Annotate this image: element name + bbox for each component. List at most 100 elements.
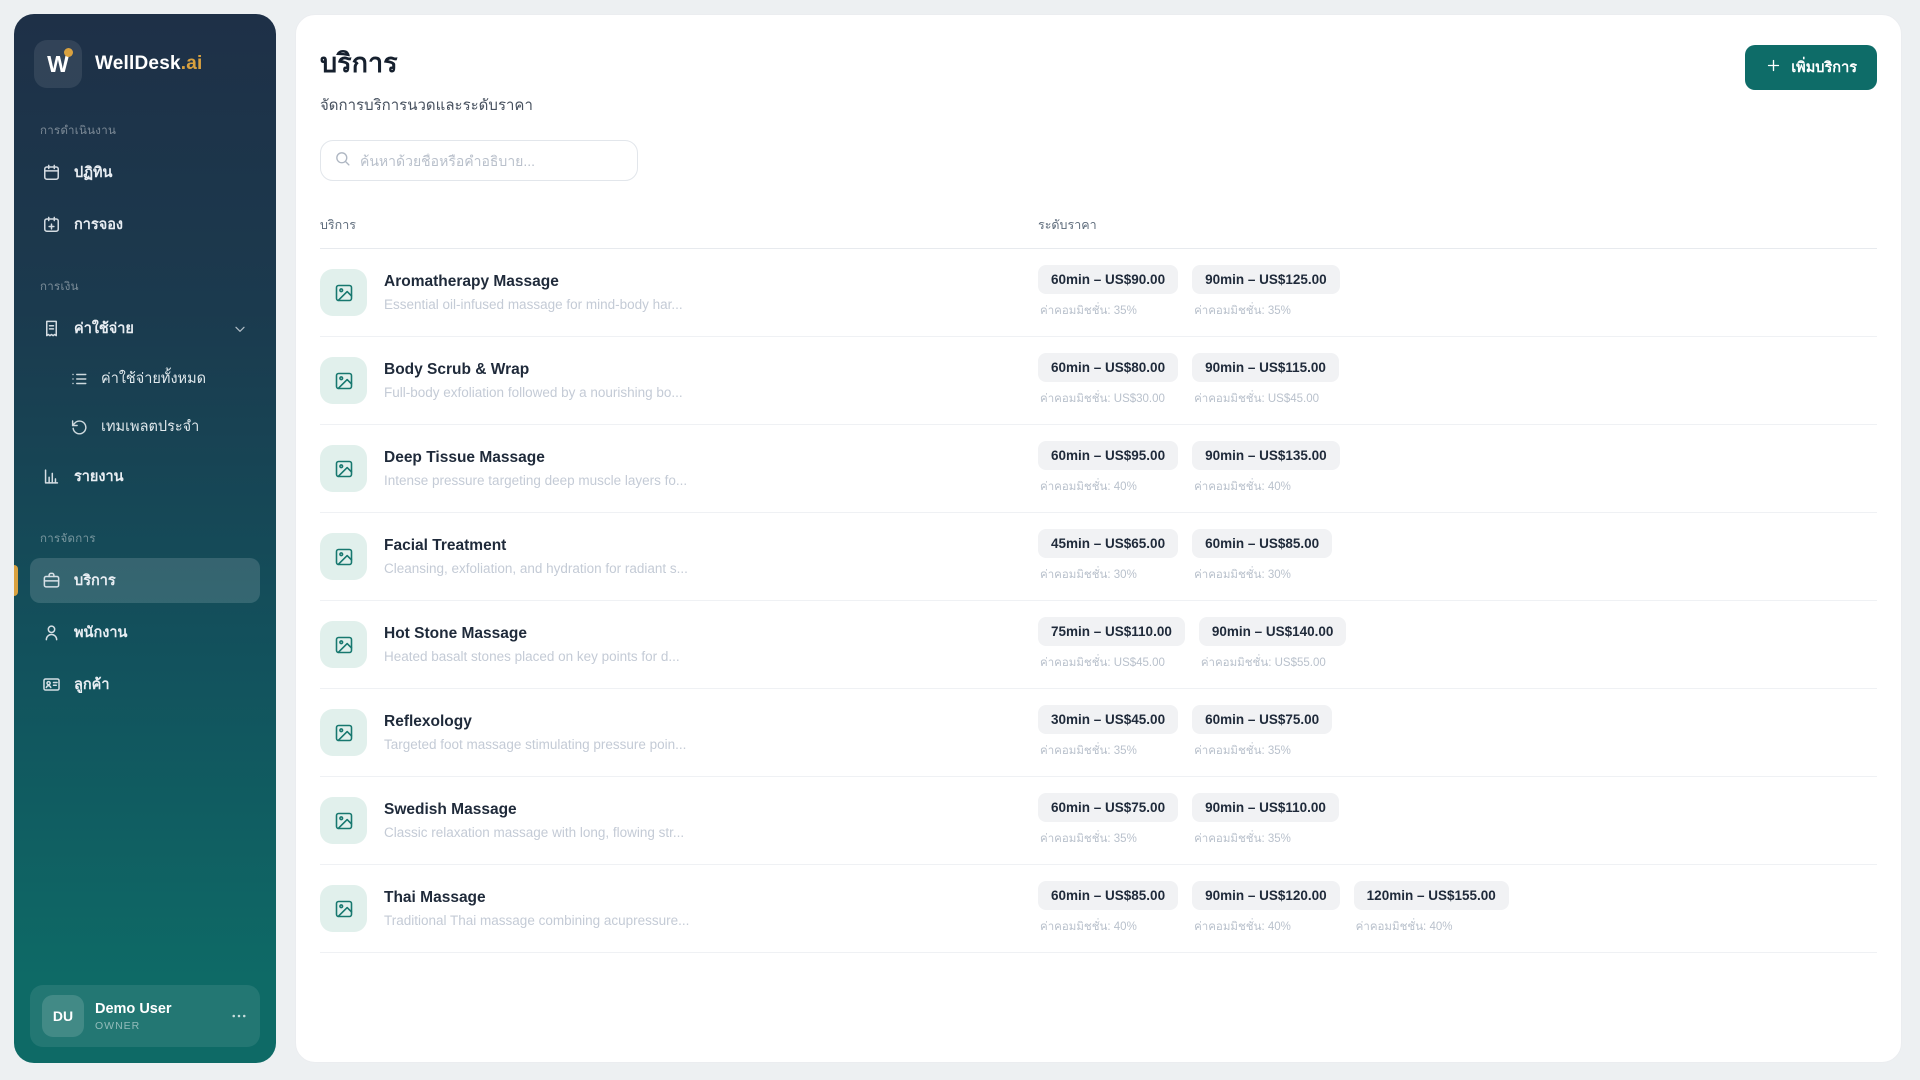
tier-badge: 120min – US$155.00 [1354, 881, 1509, 910]
sidebar-item-calendar[interactable]: ปฏิทิน [30, 150, 260, 195]
search-icon [334, 150, 351, 172]
service-cell: Facial TreatmentCleansing, exfoliation, … [320, 533, 1038, 580]
sidebar-item-bookings[interactable]: การจอง [30, 202, 260, 247]
service-thumbnail [320, 357, 367, 404]
tier-commission: ค่าคอมมิชชั่น: 40% [1038, 478, 1178, 496]
tier: 45min – US$65.00ค่าคอมมิชชั่น: 30% [1038, 529, 1178, 584]
tier-list: 60min – US$85.00ค่าคอมมิชชั่น: 40%90min … [1038, 881, 1877, 936]
tier-badge: 60min – US$90.00 [1038, 265, 1178, 294]
tier: 90min – US$135.00ค่าคอมมิชชั่น: 40% [1192, 441, 1340, 496]
service-thumbnail [320, 709, 367, 756]
ellipsis-icon[interactable] [230, 1007, 248, 1025]
logo-dot [64, 48, 73, 57]
tier-list: 45min – US$65.00ค่าคอมมิชชั่น: 30%60min … [1038, 529, 1877, 584]
tier-badge: 60min – US$85.00 [1192, 529, 1332, 558]
sidebar-item-customers[interactable]: ลูกค้า [30, 662, 260, 707]
image-icon [334, 811, 354, 831]
service-thumbnail [320, 885, 367, 932]
service-description: Intense pressure targeting deep muscle l… [384, 473, 687, 488]
tier-badge: 60min – US$80.00 [1038, 353, 1178, 382]
service-row[interactable]: Deep Tissue MassageIntense pressure targ… [320, 425, 1877, 513]
calendar-icon [42, 163, 61, 182]
avatar: DU [42, 995, 84, 1037]
user-name: Demo User [95, 1001, 172, 1017]
service-row[interactable]: Aromatherapy Massage Essential oil-infuse… [320, 249, 1877, 337]
tier: 60min – US$85.00 ค่าคอมมิชชั่น: 30% [1192, 529, 1332, 584]
service-row[interactable]: Hot Stone MassageHeated basalt stones pl… [320, 601, 1877, 689]
service-row[interactable]: Body Scrub & WrapFull-body exfoliation f… [320, 337, 1877, 425]
briefcase-icon [42, 571, 61, 590]
service-name: Body Scrub & Wrap [384, 361, 683, 379]
image-icon [334, 635, 354, 655]
search-input[interactable] [360, 153, 624, 169]
tier-badge: 90min – US$140.00 [1199, 617, 1347, 646]
user-menu[interactable]: DU Demo User OWNER [30, 985, 260, 1047]
tier-badge: 60min – US$85.00 [1038, 881, 1178, 910]
service-cell: Hot Stone MassageHeated basalt stones pl… [320, 621, 1038, 668]
sidebar-item-staff[interactable]: พนักงาน [30, 610, 260, 655]
tier-list: 75min – US$110.00ค่าคอมมิชชั่น: US$45.00… [1038, 617, 1877, 672]
tier-badge: 60min – US$75.00 [1038, 793, 1178, 822]
bar-chart-icon [42, 467, 61, 486]
sidebar-item-expenses[interactable]: ค่าใช้จ่าย [30, 306, 260, 351]
service-cell: ReflexologyTargeted foot massage stimula… [320, 709, 1038, 756]
service-row[interactable]: ReflexologyTargeted foot massage stimula… [320, 689, 1877, 777]
chevron-down-icon [232, 321, 248, 337]
tier-badge: 90min – US$120.00 [1192, 881, 1340, 910]
service-row[interactable]: Swedish Massage Classic relaxation massag… [320, 777, 1877, 865]
tier: 90min – US$120.00 ค่าคอมมิชชั่น: 40% [1192, 881, 1340, 936]
sidebar-item-recurring-templates[interactable]: เทมเพลตประจำ [58, 406, 260, 447]
tier: 60min – US$75.00ค่าคอมมิชชั่น: 35% [1192, 705, 1332, 760]
chevron-down-icon [232, 321, 248, 337]
sidebar-item-services[interactable]: บริการ [30, 558, 260, 603]
service-name: Aromatherapy Massage [384, 273, 683, 291]
tier-badge: 30min – US$45.00 [1038, 705, 1178, 734]
brand-name: WellDesk.ai [95, 53, 202, 75]
service-description: Targeted foot massage stimulating pressu… [384, 737, 686, 752]
plus-icon [1765, 57, 1782, 74]
sidebar-nav: การดำเนินงานปฏิทินการจองการเงินค่าใช้จ่า… [30, 98, 260, 714]
image-icon [334, 723, 354, 743]
service-name: Thai Massage [384, 889, 689, 907]
add-service-button[interactable]: เพิ่มบริการ [1745, 45, 1877, 90]
tier-commission: ค่าคอมมิชชั่น: 35% [1192, 302, 1340, 320]
tier-badge: 90min – US$110.00 [1192, 793, 1339, 822]
image-icon [334, 283, 354, 303]
service-name: Swedish Massage [384, 801, 684, 819]
sidebar-item-label: บริการ [74, 569, 116, 592]
tier-list: 30min – US$45.00ค่าคอมมิชชั่น: 35%60min … [1038, 705, 1877, 760]
page-subtitle: จัดการบริการนวดและระดับราคา [320, 93, 533, 117]
tier: 60min – US$75.00ค่าคอมมิชชั่น: 35% [1038, 793, 1178, 848]
service-description: Classic relaxation massage with long, fl… [384, 825, 684, 840]
sidebar-item-reports[interactable]: รายงาน [30, 454, 260, 499]
service-cell: Swedish Massage Classic relaxation massag… [320, 797, 1038, 844]
tier: 90min – US$140.00ค่าคอมมิชชั่น: US$55.00 [1199, 617, 1347, 672]
service-name: Facial Treatment [384, 537, 688, 555]
tier-commission: ค่าคอมมิชชั่น: 35% [1038, 302, 1178, 320]
tier: 120min – US$155.00ค่าคอมมิชชั่น: 40% [1354, 881, 1509, 936]
service-name: Hot Stone Massage [384, 625, 680, 643]
tier-badge: 90min – US$115.00 [1192, 353, 1339, 382]
tier-badge: 45min – US$65.00 [1038, 529, 1178, 558]
tier-commission: ค่าคอมมิชชั่น: 30% [1192, 566, 1332, 584]
sidebar-item-label: ค่าใช้จ่าย [74, 317, 134, 340]
service-row[interactable]: Facial TreatmentCleansing, exfoliation, … [320, 513, 1877, 601]
service-row[interactable]: Thai MassageTraditional Thai massage com… [320, 865, 1877, 953]
image-icon [334, 371, 354, 391]
plus-icon [1765, 57, 1782, 78]
tier-commission: ค่าคอมมิชชั่น: 40% [1192, 918, 1340, 936]
tier: 90min – US$125.00ค่าคอมมิชชั่น: 35% [1192, 265, 1340, 320]
tier-commission: ค่าคอมมิชชั่น: US$45.00 [1192, 390, 1339, 408]
ellipsis-icon [230, 1007, 248, 1025]
tier-list: 60min – US$90.00ค่าคอมมิชชั่น: 35%90min … [1038, 265, 1877, 320]
service-description: Essential oil-infused massage for mind-b… [384, 297, 683, 312]
service-cell: Aromatherapy Massage Essential oil-infuse… [320, 269, 1038, 316]
service-thumbnail [320, 445, 367, 492]
tier-list: 60min – US$95.00ค่าคอมมิชชั่น: 40% 90min … [1038, 441, 1877, 496]
tier-list: 60min – US$80.00ค่าคอมมิชชั่น: US$30.009… [1038, 353, 1877, 408]
sidebar-item-all-expenses[interactable]: ค่าใช้จ่ายทั้งหมด [58, 358, 260, 399]
tier: 60min – US$95.00ค่าคอมมิชชั่น: 40% [1038, 441, 1178, 496]
logo-mark: W [34, 40, 82, 88]
service-cell: Deep Tissue MassageIntense pressure targ… [320, 445, 1038, 492]
brand-logo: W WellDesk.ai [30, 36, 260, 98]
